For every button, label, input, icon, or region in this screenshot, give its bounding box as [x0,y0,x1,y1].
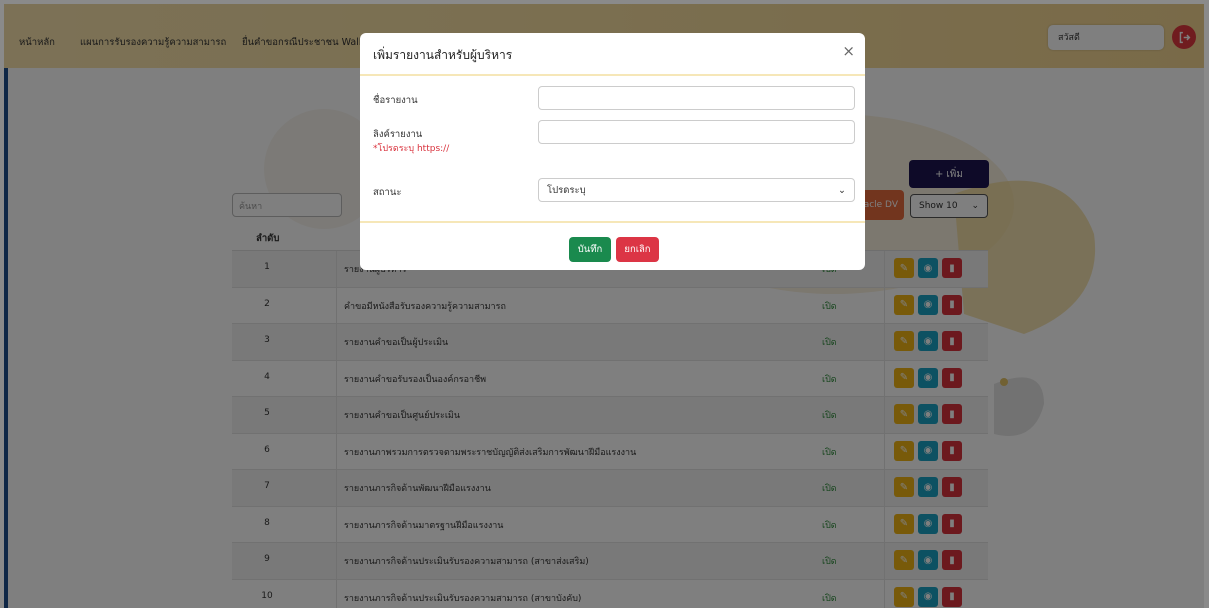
chevron-down-icon: ⌄ [838,184,846,196]
modal-footer: บันทึก ยกเลิก [360,221,865,270]
modal-title: เพิ่มรายงานสำหรับผู้บริหาร [373,48,513,62]
modal-header: เพิ่มรายงานสำหรับผู้บริหาร × [360,33,865,76]
report-name-label: ชื่อรายงาน [373,95,418,106]
status-select[interactable]: โปรดระบุ ⌄ [538,178,855,202]
status-select-value: โปรดระบุ [547,184,586,196]
app-frame: หน้าหลัก แผนการรับรองความรู้ความสามารถ ย… [4,4,1204,608]
report-link-input[interactable] [538,120,855,144]
close-icon[interactable]: × [842,44,855,59]
report-link-label: ลิงค์รายงาน [373,129,423,140]
report-link-hint: *โปรดระบุ https:// [373,144,450,154]
status-label: สถานะ [373,187,402,198]
cancel-button[interactable]: ยกเลิก [616,237,659,262]
report-name-input[interactable] [538,86,855,110]
save-button[interactable]: บันทึก [569,237,611,262]
add-report-modal: เพิ่มรายงานสำหรับผู้บริหาร × ชื่อรายงาน … [360,33,865,270]
